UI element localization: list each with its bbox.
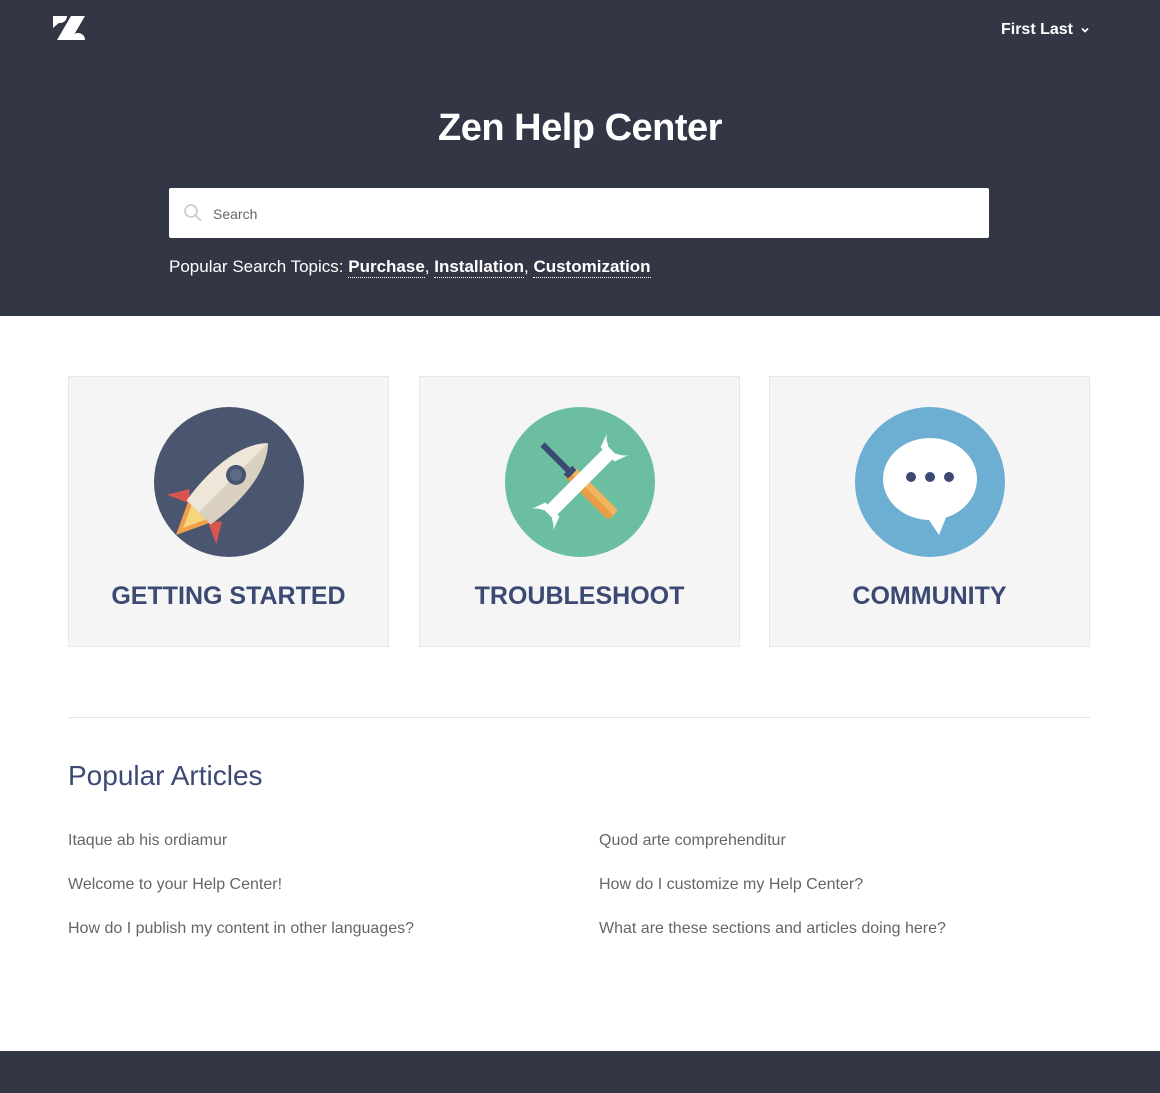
- page-title: Zen Help Center: [438, 107, 722, 149]
- article-link[interactable]: Welcome to your Help Center!: [68, 876, 282, 894]
- zendesk-logo-icon[interactable]: [53, 16, 85, 40]
- article-link[interactable]: How do I customize my Help Center?: [599, 876, 863, 894]
- category-label: TROUBLESHOOT: [474, 582, 685, 610]
- footer: [0, 1051, 1160, 1093]
- category-card-troubleshoot[interactable]: TROUBLESHOOT: [419, 376, 740, 647]
- chevron-down-icon: [1081, 27, 1089, 33]
- category-card-community[interactable]: COMMUNITY: [769, 376, 1090, 647]
- category-label: GETTING STARTED: [111, 582, 346, 610]
- topic-link-installation[interactable]: Installation: [434, 257, 524, 278]
- article-link[interactable]: Itaque ab his ordiamur: [68, 832, 227, 850]
- section-divider: [68, 717, 1090, 718]
- popular-topics-prefix: Popular Search Topics:: [169, 257, 344, 276]
- article-link[interactable]: What are these sections and articles doi…: [599, 920, 946, 938]
- article-link[interactable]: How do I publish my content in other lan…: [68, 920, 414, 938]
- category-card-getting-started[interactable]: GETTING STARTED: [68, 376, 389, 647]
- hero-header: First Last Zen Help Center Popular Searc…: [0, 0, 1160, 316]
- user-name: First Last: [1000, 21, 1073, 38]
- rocket-icon: [154, 407, 304, 557]
- search-input[interactable]: [211, 188, 975, 240]
- topic-link-purchase[interactable]: Purchase: [348, 257, 425, 278]
- search-box[interactable]: [169, 188, 989, 240]
- popular-articles-title: Popular Articles: [68, 760, 263, 791]
- topic-link-customization[interactable]: Customization: [533, 257, 651, 278]
- search-icon: [184, 204, 202, 222]
- popular-search-topics: Popular Search Topics: Purchase, Install…: [169, 257, 651, 278]
- category-cards: GETTING STARTED TROUBLESHOOT COMMUNITY: [68, 376, 1090, 647]
- chat-bubble-icon: [855, 407, 1005, 557]
- category-label: COMMUNITY: [852, 582, 1007, 610]
- user-menu-button[interactable]: First Last: [1001, 21, 1090, 39]
- tools-icon: [505, 407, 655, 557]
- article-link[interactable]: Quod arte comprehenditur: [599, 832, 786, 850]
